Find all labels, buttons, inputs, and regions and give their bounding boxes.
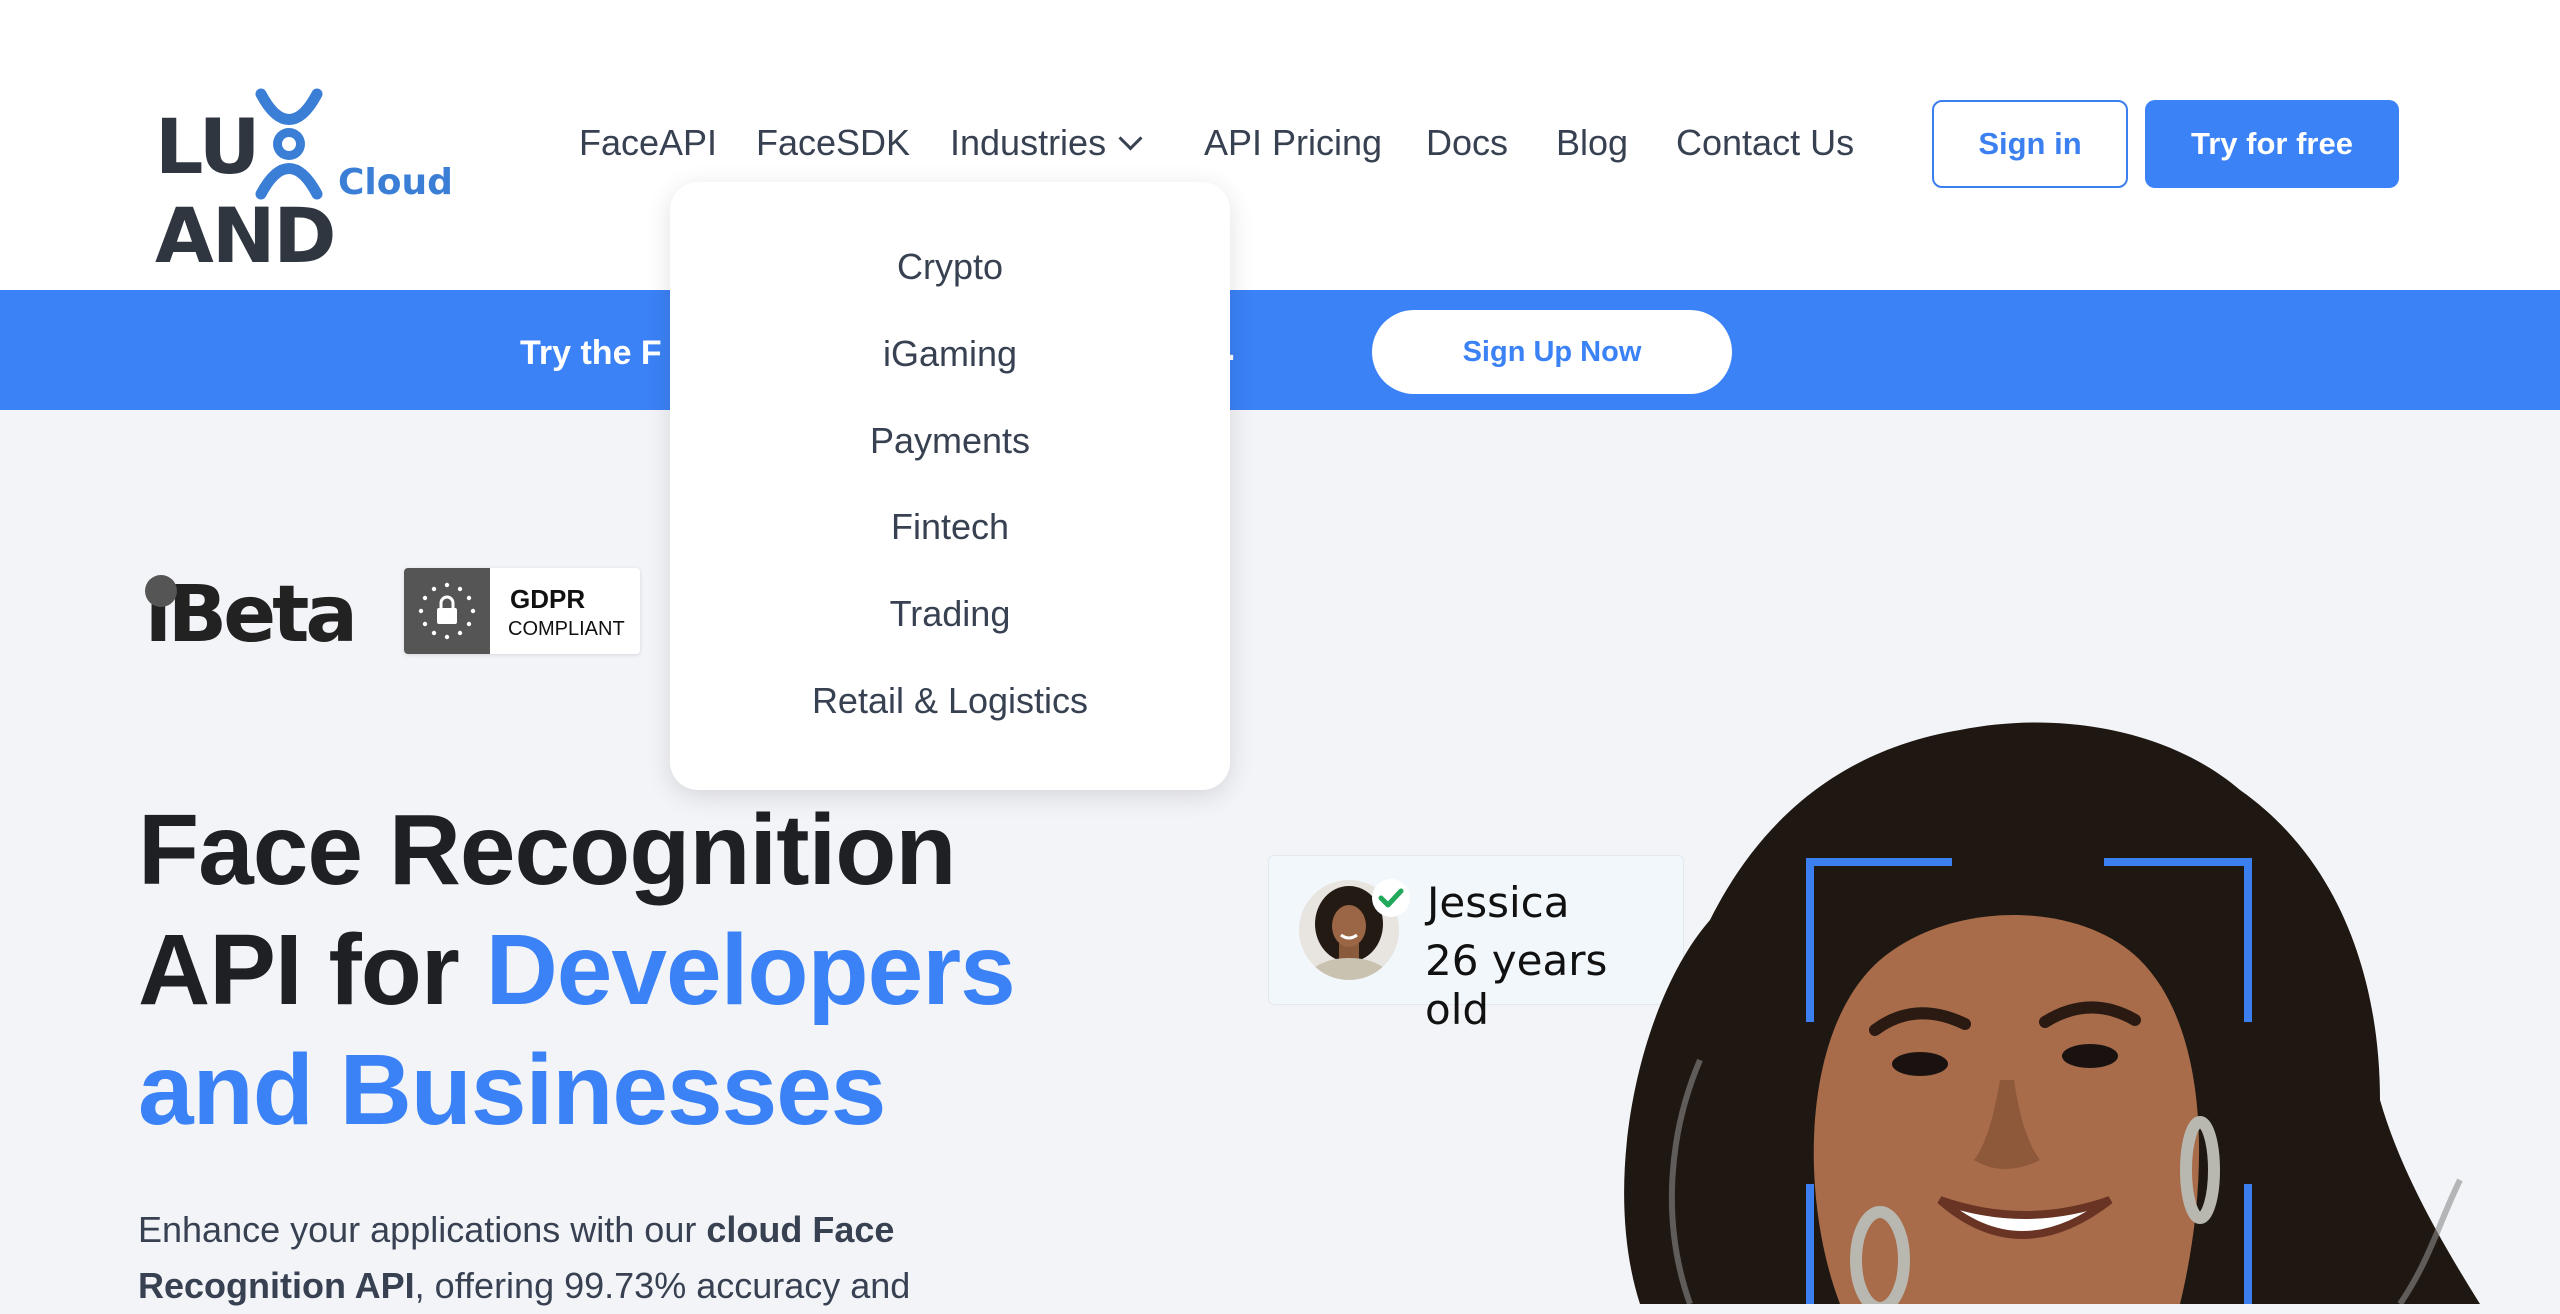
site-header: LUAND Cloud FaceAPI FaceSDK Industries A… bbox=[0, 0, 2560, 290]
nav-facesdk[interactable]: FaceSDK bbox=[756, 122, 910, 164]
sign-up-now-button[interactable]: Sign Up Now bbox=[1372, 310, 1732, 394]
logo-wordmark-right: AND bbox=[155, 191, 337, 280]
menu-item-retail-logistics[interactable]: Retail & Logistics bbox=[670, 680, 1230, 722]
ibeta-dot bbox=[145, 575, 177, 607]
hero-heading: Face Recognition API for Developers and … bbox=[138, 790, 1016, 1150]
banner-text: Try the F bbox=[520, 334, 662, 372]
verified-check-icon bbox=[1372, 879, 1410, 917]
hero-heading-line2b: Developers bbox=[485, 914, 1016, 1026]
menu-item-crypto[interactable]: Crypto bbox=[670, 246, 1230, 288]
nav-faceapi[interactable]: FaceAPI bbox=[579, 122, 717, 164]
sign-in-button[interactable]: Sign in bbox=[1932, 100, 2128, 188]
menu-item-payments[interactable]: Payments bbox=[670, 420, 1230, 462]
nav-contact-us[interactable]: Contact Us bbox=[1676, 122, 1854, 164]
try-for-free-button[interactable]: Try for free bbox=[2145, 100, 2399, 188]
hero-heading-line2a: API for bbox=[138, 914, 486, 1026]
ibeta-logo: iBeta bbox=[145, 570, 358, 660]
logo-wordmark-left: LU bbox=[155, 102, 260, 191]
menu-item-igaming[interactable]: iGaming bbox=[670, 333, 1230, 375]
nav-docs[interactable]: Docs bbox=[1426, 122, 1508, 164]
luxand-cloud-logo[interactable]: LUAND Cloud bbox=[155, 86, 485, 280]
chevron-down-icon bbox=[1118, 126, 1143, 151]
menu-item-trading[interactable]: Trading bbox=[670, 593, 1230, 635]
logo-sub: Cloud bbox=[338, 162, 453, 203]
lead-text-c: , offering 99.73% accuracy and bbox=[414, 1265, 911, 1306]
nav-industries-label: Industries bbox=[950, 122, 1107, 163]
hero-lead-paragraph: Enhance your applications with our cloud… bbox=[138, 1202, 998, 1314]
person-name: Jessica bbox=[1427, 878, 1570, 927]
industries-dropdown-menu: Crypto iGaming Payments Fintech Trading … bbox=[670, 182, 1230, 790]
nav-industries[interactable]: Industries bbox=[950, 122, 1143, 164]
gdpr-lock-icon bbox=[404, 568, 490, 654]
logo-x-mark-icon bbox=[255, 88, 323, 200]
hero-heading-line1: Face Recognition bbox=[138, 794, 956, 906]
gdpr-title: GDPR bbox=[510, 584, 586, 614]
lead-text-a: Enhance your applications with our bbox=[138, 1209, 707, 1250]
nav-api-pricing[interactable]: API Pricing bbox=[1204, 122, 1382, 164]
nav-blog[interactable]: Blog bbox=[1556, 122, 1628, 164]
menu-item-fintech[interactable]: Fintech bbox=[670, 506, 1230, 548]
hero-heading-line2: API for Developers bbox=[138, 910, 1016, 1030]
promo-banner: Try the F . Sign Up Now bbox=[0, 290, 2560, 410]
gdpr-badge: GDPR COMPLIANT bbox=[404, 568, 640, 654]
hero-woman-image bbox=[1624, 722, 2480, 1304]
gdpr-subtitle: COMPLIANT bbox=[508, 618, 625, 640]
hero-heading-line3: and Businesses bbox=[138, 1034, 886, 1146]
